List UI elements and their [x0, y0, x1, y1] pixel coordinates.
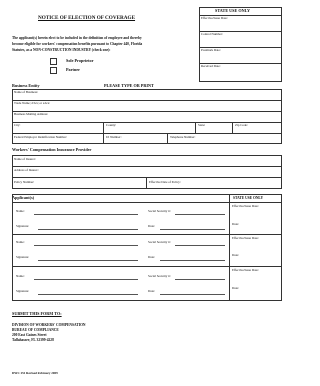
- applicants-table: [12, 194, 282, 301]
- applicant-3-state-date-label: Date:: [232, 286, 239, 290]
- intro-line-1: The applicant(s) herein elect to be incl…: [12, 36, 142, 40]
- state-label: State:: [198, 123, 206, 127]
- sole-proprietor-label: Sole Proprietor: [66, 58, 94, 63]
- applicant-3-name-label: Name:: [16, 274, 25, 278]
- policy-effective-date-label: Effective Date of Policy:: [149, 180, 181, 184]
- control-number-label: Control Number:: [201, 32, 223, 36]
- ui-number-label: UI Number:: [106, 135, 122, 139]
- applicant-1-state-date-label: Date:: [232, 222, 239, 226]
- applicants-state-use-header: STATE USE ONLY: [233, 196, 264, 200]
- applicant-3-effective-date-label: Effective/Issue Date:: [232, 268, 259, 272]
- applicant-1-date-label: Date:: [148, 224, 155, 228]
- county-label: County:: [106, 123, 117, 127]
- applicant-2-signature-label: Signature:: [16, 255, 30, 259]
- policy-number-label: Policy Number:: [14, 180, 35, 184]
- applicant-1-ssn-label: Social Security #:: [148, 209, 171, 213]
- form-id: DWC 251 Revised February 2009: [12, 371, 58, 375]
- applicant-2-name-label: Name:: [16, 240, 25, 244]
- type-or-print-note: PLEASE TYPE OR PRINT: [104, 83, 154, 88]
- effective-issue-date-label: Effective/Issue Date:: [201, 16, 228, 20]
- received-date-label: Received Date:: [201, 64, 221, 68]
- partner-checkbox[interactable]: [50, 67, 57, 74]
- applicant-2-state-date-label: Date:: [232, 253, 239, 257]
- applicant-1-signature-label: Signature:: [16, 224, 30, 228]
- submit-heading: SUBMIT THIS FORM TO:: [12, 311, 62, 316]
- zip-label: Zip Code:: [235, 123, 248, 127]
- state-use-header: STATE USE ONLY: [215, 8, 251, 13]
- business-entity-heading: Business Entity: [12, 83, 40, 88]
- fein-label: Federal Employer Identification Number:: [14, 135, 68, 139]
- applicant-3-signature-label: Signature:: [16, 289, 30, 293]
- insurance-provider-heading: Workers' Compensation Insurance Provider: [12, 147, 92, 152]
- mailing-address-label: Business Mailing Address:: [14, 112, 49, 116]
- telephone-label: Telephone Number:: [170, 135, 196, 139]
- insurance-provider-table: [12, 155, 282, 189]
- applicant-2-effective-date-label: Effective/Issue Date:: [232, 236, 259, 240]
- insurer-name-label: Name of Insurer:: [14, 157, 36, 161]
- trade-name-label: Trade Name; d/b/a; or a/k/a:: [14, 101, 50, 105]
- applicant-2-date-label: Date:: [148, 255, 155, 259]
- intro-line-3: Statutes, as a NON-CONSTRUCTION INDUSTRY…: [12, 48, 111, 52]
- applicant-1-effective-date-label: Effective/Issue Date:: [232, 204, 259, 208]
- applicant-1-name-label: Name:: [16, 209, 25, 213]
- partner-label: Partner: [66, 67, 80, 72]
- applicant-3-ssn-label: Social Security #:: [148, 274, 171, 278]
- postmark-date-label: Postmark Date:: [201, 48, 221, 52]
- applicant-3-date-label: Date:: [148, 289, 155, 293]
- submit-line-4: Tallahassee, FL 32399-4228: [12, 338, 54, 342]
- sole-proprietor-checkbox[interactable]: [50, 58, 57, 65]
- form-title: NOTICE OF ELECTION OF COVERAGE: [38, 15, 136, 21]
- city-label: City:: [14, 123, 21, 127]
- applicant-2-ssn-label: Social Security #:: [148, 240, 171, 244]
- intro-line-2: become eligible for workers' compensatio…: [12, 42, 143, 46]
- insurer-address-label: Address of Insurer:: [14, 168, 39, 172]
- business-name-label: Name of Business:: [14, 90, 39, 94]
